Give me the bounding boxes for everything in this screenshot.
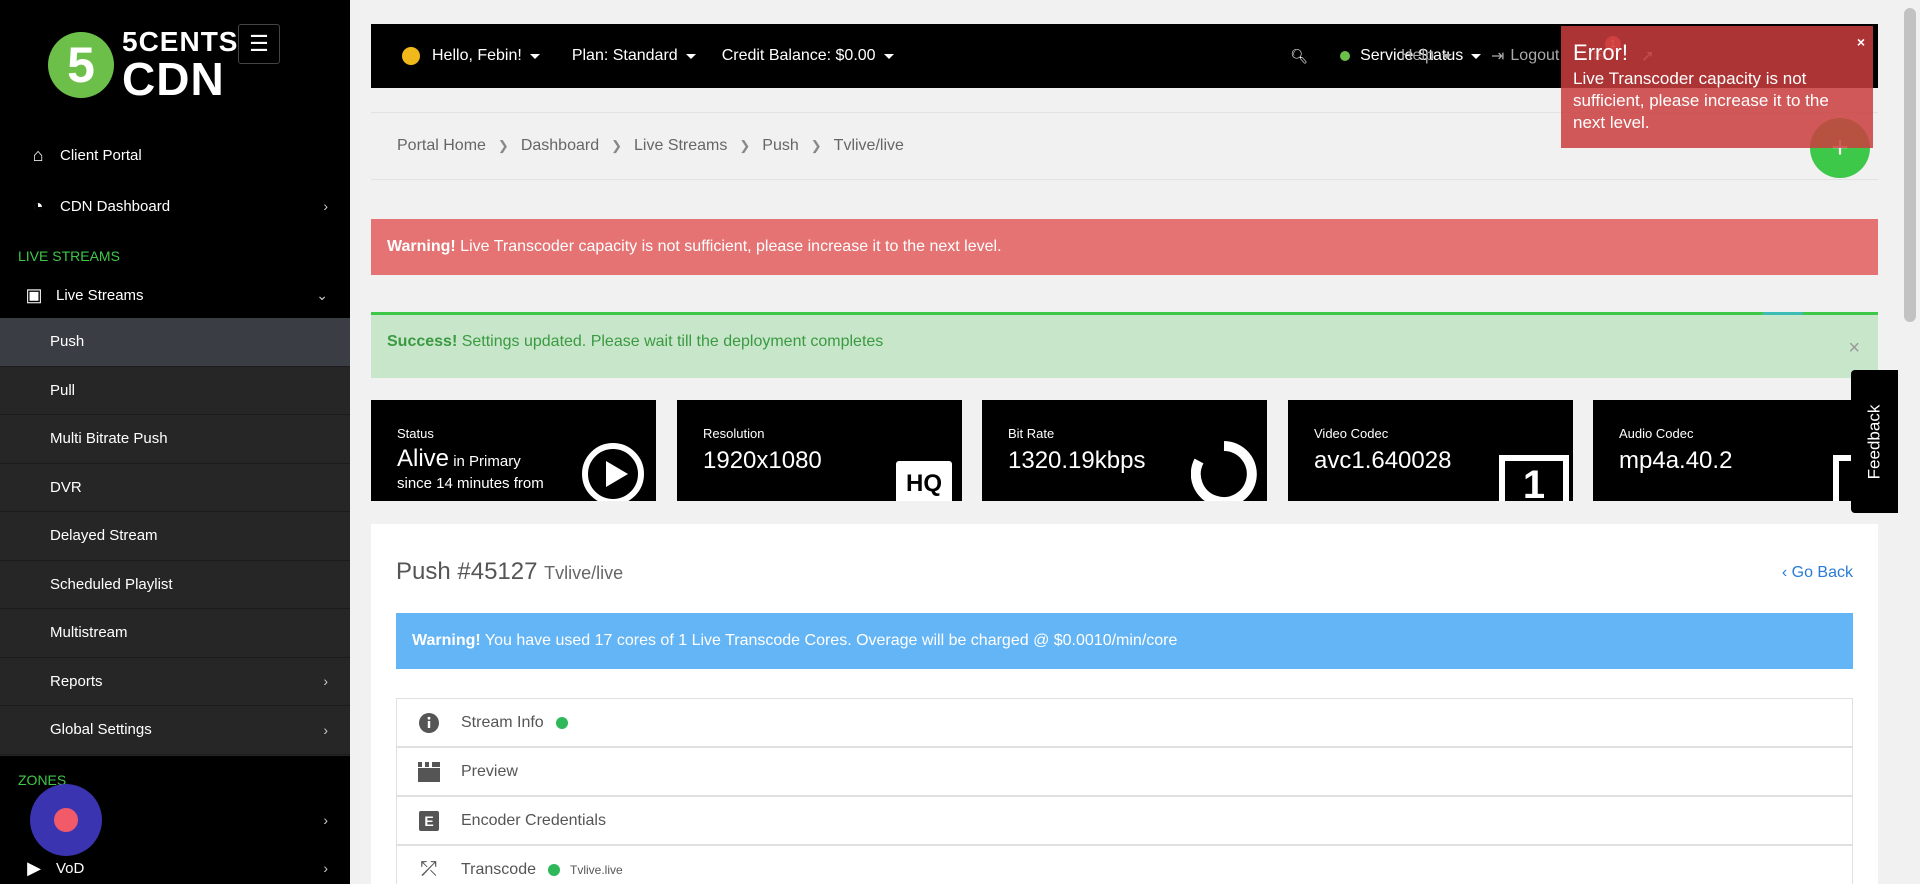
chevron-right-icon: ›: [323, 860, 328, 876]
chevron-right-icon: ❯: [810, 138, 822, 153]
logout-link[interactable]: ⇥ Logout: [1491, 46, 1559, 66]
sidebar-item-client-portal[interactable]: ⌂ Client Portal: [0, 143, 350, 167]
go-back-link[interactable]: ‹ Go Back: [1782, 564, 1853, 582]
caret-down-icon: [685, 53, 696, 59]
logo[interactable]: 5 5CENTS CDN: [48, 28, 238, 102]
logo-mark: 5: [48, 32, 114, 98]
home-icon: ⌂: [32, 144, 44, 165]
breadcrumb-live-streams[interactable]: Live Streams: [634, 137, 727, 155]
section-stream-info[interactable]: Stream Info: [396, 698, 1853, 747]
close-icon[interactable]: ×: [1857, 34, 1865, 50]
breadcrumb-portal-home[interactable]: Portal Home: [397, 137, 486, 155]
status-online-icon: [1340, 51, 1351, 61]
section-label-live-streams: LIVE STREAMS: [18, 248, 120, 264]
caret-down-icon: [529, 53, 540, 59]
caret-down-icon: [883, 53, 894, 59]
section-encoder-credentials[interactable]: E Encoder Credentials: [396, 796, 1853, 845]
submenu-item-multistream[interactable]: Multistream: [0, 609, 350, 658]
page-subtitle: Tvlive/live: [544, 563, 624, 583]
chevron-right-icon: ›: [323, 812, 328, 828]
search-button[interactable]: 🔍︎: [1290, 48, 1308, 65]
search-icon: 🔍︎: [1290, 47, 1309, 64]
section-preview[interactable]: Preview: [396, 747, 1853, 796]
codec-one-icon: 1: [1499, 455, 1569, 501]
submenu-item-global-settings[interactable]: Global Settings ›: [0, 706, 350, 755]
sidebar-item-label: Live Streams: [56, 286, 144, 304]
record-button[interactable]: [30, 784, 102, 856]
credit-balance-menu[interactable]: Credit Balance: $0.00: [722, 47, 894, 65]
play-circle-icon: [582, 443, 644, 501]
submenu-item-pull[interactable]: Pull: [0, 367, 350, 415]
transcode-profile: Tvlive.live: [570, 862, 623, 877]
breadcrumb-current: Tvlive/live: [833, 137, 904, 154]
chevron-right-icon: ›: [323, 673, 328, 690]
record-icon: [54, 808, 78, 832]
section-transcode[interactable]: ⤱ Transcode Tvlive.live: [396, 845, 1853, 884]
close-icon[interactable]: ×: [1848, 337, 1860, 360]
progress-indicator: [1763, 312, 1803, 315]
cores-warning-alert: Warning! You have used 17 cores of 1 Liv…: [396, 613, 1853, 669]
sun-icon: [402, 47, 420, 65]
chevron-right-icon: ❯: [497, 138, 509, 153]
menu-toggle-button[interactable]: ☰: [238, 24, 280, 64]
spinner-icon: [1191, 441, 1257, 501]
hamburger-icon: ☰: [249, 31, 269, 56]
info-icon: [417, 712, 441, 733]
chevron-down-icon: ⌄: [316, 286, 328, 303]
sidebar: 5 5CENTS CDN ☰ ⌂ Client Portal ◔ CDN Das…: [0, 0, 350, 884]
status-online-icon: [555, 716, 568, 729]
chevron-right-icon: ❯: [611, 138, 623, 153]
success-alert: Success! Settings updated. Please wait t…: [371, 312, 1878, 378]
video-codec-card: Video Codec avc1.640028 1: [1288, 400, 1573, 501]
submenu-item-dvr[interactable]: DVR: [0, 464, 350, 512]
push-detail-panel: Push #45127 Tvlive/live ‹ Go Back Warnin…: [371, 524, 1878, 884]
chevron-right-icon: ❯: [739, 138, 751, 153]
status-online-icon: [548, 863, 560, 876]
audio-codec-card: Audio Codec mp4a.40.2 2: [1593, 400, 1865, 501]
scrollbar-thumb[interactable]: [1904, 8, 1916, 322]
page-title: Push #45127 Tvlive/live: [396, 558, 624, 585]
gauge-icon: ◔: [32, 195, 44, 216]
logo-line1: 5CENTS: [122, 26, 239, 57]
warning-alert: Warning! Live Transcoder capacity is not…: [371, 219, 1878, 275]
sidebar-item-label: CDN Dashboard: [60, 197, 171, 215]
logo-line2: CDN: [122, 53, 225, 105]
play-circle-icon: ▶: [27, 857, 41, 878]
clapperboard-icon: [417, 761, 441, 782]
split-arrows-icon: ⤱: [421, 858, 437, 880]
sidebar-item-cdn-dashboard[interactable]: ◔ CDN Dashboard ›: [0, 194, 350, 218]
submenu-item-multi-bitrate-push[interactable]: Multi Bitrate Push: [0, 415, 350, 464]
sidebar-item-live-streams[interactable]: ▣ Live Streams ⌄: [0, 283, 350, 307]
caret-down-icon: [1471, 53, 1482, 59]
resolution-card: Resolution 1920x1080 HQ: [677, 400, 962, 501]
chevron-right-icon: ›: [323, 198, 328, 214]
live-tv-icon: ▣: [25, 284, 43, 305]
chevron-right-icon: ›: [323, 721, 328, 738]
logout-icon: ⇥: [1491, 48, 1505, 65]
breadcrumb-dashboard[interactable]: Dashboard: [521, 137, 599, 155]
plan-menu[interactable]: Plan: Standard: [572, 47, 696, 65]
feedback-tab[interactable]: Feedback: [1851, 370, 1898, 513]
chevron-left-icon: ‹: [1781, 564, 1788, 581]
bitrate-card: Bit Rate 1320.19kbps: [982, 400, 1267, 501]
submenu-item-delayed-stream[interactable]: Delayed Stream: [0, 512, 350, 561]
status-card: Status Alive in Primary since 14 minutes…: [371, 400, 656, 501]
live-streams-submenu: Push Pull Multi Bitrate Push DVR Delayed…: [0, 318, 350, 756]
user-menu[interactable]: Hello, Febin!: [402, 47, 540, 65]
help-menu[interactable]: Help: [1401, 47, 1452, 65]
hq-icon: HQ: [896, 461, 952, 501]
submenu-item-reports[interactable]: Reports ›: [0, 658, 350, 706]
sidebar-item-label: Client Portal: [60, 146, 142, 164]
breadcrumb-push[interactable]: Push: [762, 137, 798, 155]
submenu-item-push[interactable]: Push: [0, 318, 350, 367]
sidebar-item-vod[interactable]: ▶ VoD ›: [0, 856, 350, 880]
caret-down-icon: [1441, 53, 1452, 59]
error-toast: Error! Live Transcoder capacity is not s…: [1561, 26, 1873, 148]
submenu-item-scheduled-playlist[interactable]: Scheduled Playlist: [0, 561, 350, 609]
sidebar-item-label: VoD: [56, 859, 85, 877]
encoder-icon: E: [417, 810, 441, 831]
